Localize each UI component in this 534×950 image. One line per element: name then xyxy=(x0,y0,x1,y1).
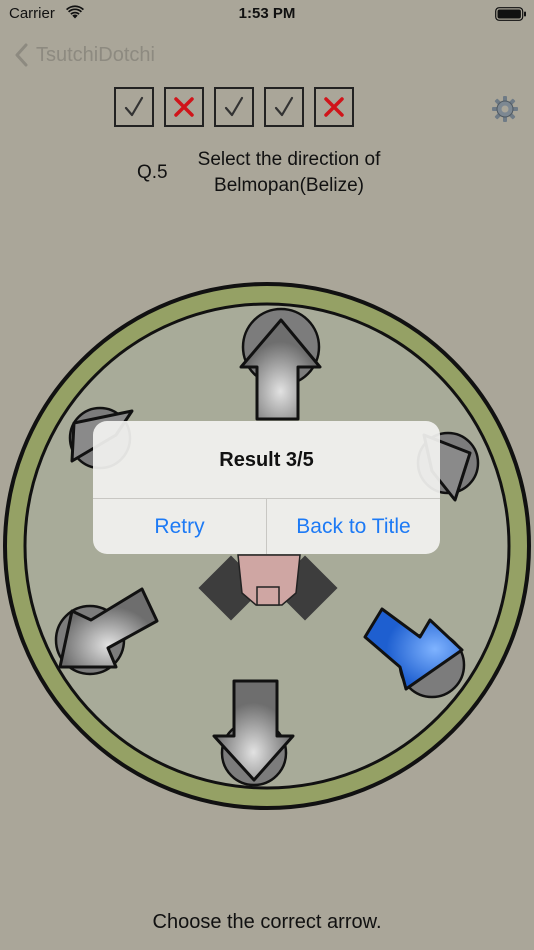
compass-dial xyxy=(3,282,531,810)
score-box-2 xyxy=(164,87,204,127)
x-mark-icon xyxy=(324,97,344,117)
question-number: Q.5 xyxy=(137,162,168,183)
checkmark-icon xyxy=(124,96,144,117)
status-bar: Carrier 1:53 PM xyxy=(0,0,534,28)
x-mark-icon xyxy=(174,97,194,117)
score-box-3 xyxy=(214,87,254,127)
score-box-4 xyxy=(264,87,304,127)
clock: 1:53 PM xyxy=(238,5,296,22)
battery-icon xyxy=(495,7,526,21)
checkmark-icon xyxy=(274,96,294,117)
back-button[interactable]: TsutchiDotchi xyxy=(14,40,155,70)
back-button-label: TsutchiDotchi xyxy=(36,43,155,66)
gear-icon[interactable] xyxy=(491,95,519,123)
result-dialog-title: Result 3/5 xyxy=(219,449,314,471)
result-dialog: Result 3/5 Retry Back to Title xyxy=(93,421,440,554)
back-to-title-button[interactable]: Back to Title xyxy=(267,499,440,554)
score-row xyxy=(114,87,364,127)
instruction-text: Choose the correct arrow. xyxy=(152,911,382,933)
chevron-left-icon xyxy=(15,43,28,67)
question-text: Select the direction of Belmopan(Belize) xyxy=(197,149,381,196)
retry-button[interactable]: Retry xyxy=(93,499,266,554)
score-box-5 xyxy=(314,87,354,127)
checkmark-icon xyxy=(224,96,244,117)
score-box-1 xyxy=(114,87,154,127)
